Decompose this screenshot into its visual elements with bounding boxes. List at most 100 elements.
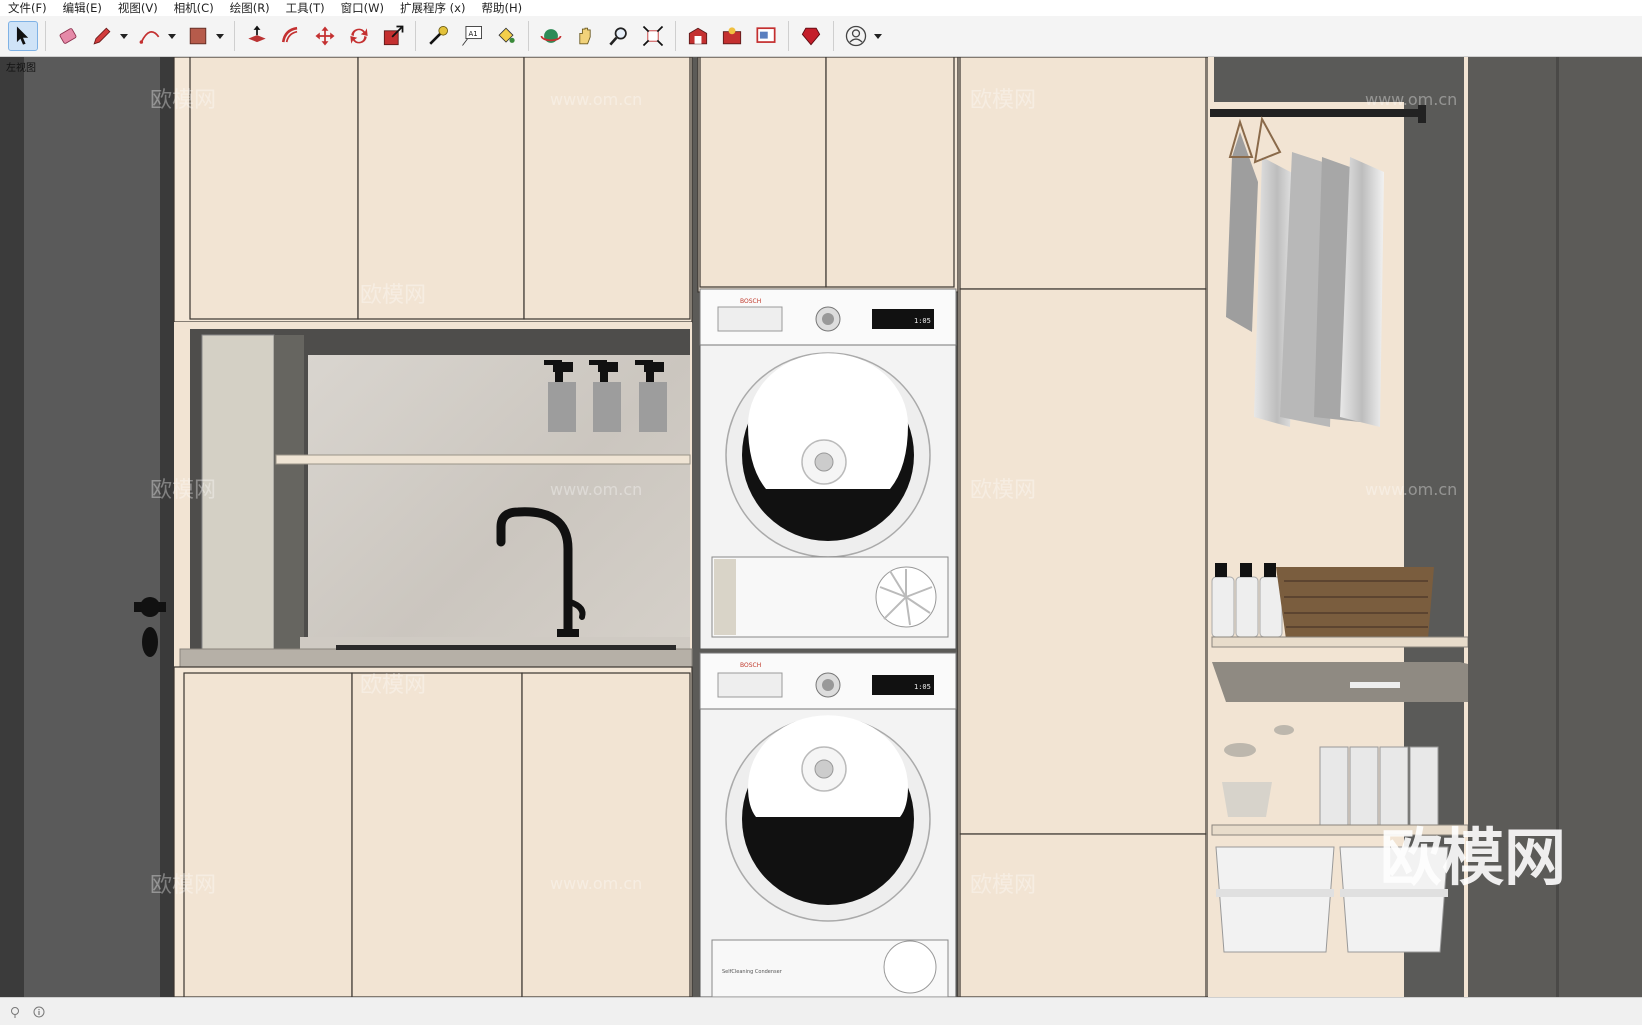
brand-watermark: 欧模网 — [1380, 821, 1566, 894]
eraser-tool-button[interactable] — [53, 21, 83, 51]
arc-tool-button[interactable] — [135, 21, 165, 51]
svg-text:www.om.cn: www.om.cn — [550, 480, 642, 499]
svg-text:欧模网: 欧模网 — [970, 873, 1036, 898]
zoom-icon — [609, 27, 627, 46]
detergent-bottle-icon — [1211, 563, 1283, 638]
svg-text:欧模网: 欧模网 — [360, 283, 426, 308]
push-pull-tool-button[interactable] — [242, 21, 272, 51]
display-reading: 1:05 — [914, 683, 931, 691]
tape-measure-icon — [429, 26, 448, 45]
extension-warehouse-icon — [722, 27, 742, 45]
svg-text:www.om.cn: www.om.cn — [550, 874, 642, 893]
text-tool-button[interactable]: A1 — [457, 21, 487, 51]
svg-text:欧模网: 欧模网 — [360, 673, 426, 698]
menu-item-0[interactable]: 文件(F) — [0, 0, 55, 16]
menu-item-3[interactable]: 相机(C) — [166, 0, 222, 16]
zoom-extents-icon — [642, 25, 664, 47]
dryer-caption: SelfCleaning Condenser — [722, 969, 783, 975]
tall-cabinet — [957, 57, 1209, 997]
toolbar-separator — [415, 21, 416, 51]
tumble-dryer: BOSCH 1:05 — [699, 288, 957, 650]
appliance-tower-upper-cabinet — [697, 57, 959, 293]
rotate-icon — [350, 28, 368, 44]
extension-warehouse-tool-button[interactable] — [717, 21, 747, 51]
menu-item-5[interactable]: 工具(T) — [278, 0, 333, 16]
status-bar — [0, 997, 1642, 1025]
orbit-icon — [540, 29, 562, 43]
menu-item-1[interactable]: 编辑(E) — [55, 0, 110, 16]
text-icon: A1 — [462, 26, 482, 46]
svg-text:欧模网: 欧模网 — [970, 478, 1036, 503]
toolbar-separator — [833, 21, 834, 51]
svg-text:欧模网: 欧模网 — [150, 88, 216, 113]
toolbar-separator — [788, 21, 789, 51]
orbit-tool-button[interactable] — [536, 21, 566, 51]
rotate-tool-button[interactable] — [344, 21, 374, 51]
pencil-tool-button[interactable] — [87, 21, 117, 51]
chevron-down-icon[interactable] — [215, 21, 225, 51]
rectangle-shape-tool-button[interactable] — [183, 21, 213, 51]
toolbar-separator — [675, 21, 676, 51]
chevron-down-icon[interactable] — [873, 21, 883, 51]
brand-label: BOSCH — [740, 662, 761, 669]
offset-icon — [281, 26, 298, 43]
pan-hand-tool-button[interactable] — [570, 21, 600, 51]
svg-text:www.om.cn: www.om.cn — [550, 90, 642, 109]
paint-bucket-icon — [498, 27, 515, 43]
select-arrow-tool-button[interactable] — [8, 21, 38, 51]
info-icon[interactable] — [30, 1003, 48, 1021]
svg-text:A1: A1 — [469, 30, 478, 38]
door-panel — [24, 57, 174, 997]
svg-text:欧模网: 欧模网 — [150, 873, 216, 898]
warehouse-icon — [688, 27, 708, 45]
scene-tab-label[interactable]: 左视图 — [6, 59, 36, 74]
svg-text:www.om.cn: www.om.cn — [1365, 90, 1457, 109]
lower-cabinets-left — [173, 666, 693, 997]
zoom-extents-tool-button[interactable] — [638, 21, 668, 51]
chevron-down-icon[interactable] — [119, 21, 129, 51]
scale-tool-button[interactable] — [378, 21, 408, 51]
offset-tool-button[interactable] — [276, 21, 306, 51]
hanging-rail — [1210, 109, 1425, 117]
push-pull-icon — [248, 25, 266, 43]
ruby-console-tool-button[interactable] — [796, 21, 826, 51]
move-icon — [315, 26, 335, 46]
menu-item-7[interactable]: 扩展程序 (x) — [392, 0, 473, 16]
geo-location-icon[interactable] — [6, 1003, 24, 1021]
chevron-down-icon[interactable] — [167, 21, 177, 51]
toolbar-separator — [45, 21, 46, 51]
tape-measure-tool-button[interactable] — [423, 21, 453, 51]
washing-machine: BOSCH 1:05 SelfCleaning Condenser — [699, 652, 957, 997]
menu-item-8[interactable]: 帮助(H) — [473, 0, 530, 16]
door-frame — [160, 57, 174, 997]
main-toolbar: A1 — [0, 16, 1642, 57]
model-viewport[interactable]: 左视图 BOSCH 1:05 BOSCH 1:05 SelfCleaning C… — [0, 57, 1642, 997]
menu-item-6[interactable]: 窗口(W) — [333, 0, 392, 16]
display-reading: 1:05 — [914, 317, 931, 325]
arc-icon — [139, 31, 160, 44]
wall-edge — [0, 57, 24, 997]
menu-item-2[interactable]: 视图(V) — [110, 0, 166, 16]
zoom-tool-button[interactable] — [604, 21, 634, 51]
toolbar-separator — [234, 21, 235, 51]
menu-bar: 文件(F) 编辑(E) 视图(V) 相机(C) 绘图(R) 工具(T) 窗口(W) 扩展程序 … — [0, 0, 1642, 16]
user-account-icon — [845, 25, 867, 47]
shelf — [275, 454, 691, 465]
select-arrow-icon — [16, 26, 29, 45]
pencil-icon — [93, 27, 111, 45]
toolbar-separator — [528, 21, 529, 51]
svg-text:www.om.cn: www.om.cn — [1365, 480, 1457, 499]
paint-bucket-tool-button[interactable] — [491, 21, 521, 51]
layout-tool-button[interactable] — [751, 21, 781, 51]
move-tool-button[interactable] — [310, 21, 340, 51]
user-account-tool-button[interactable] — [841, 21, 871, 51]
layout-icon — [756, 27, 776, 43]
sink-niche — [174, 322, 693, 727]
brand-label: BOSCH — [740, 298, 761, 305]
warehouse-tool-button[interactable] — [683, 21, 713, 51]
countertop — [179, 648, 693, 668]
rectangle-shape-icon — [189, 27, 207, 45]
menu-item-4[interactable]: 绘图(R) — [222, 0, 278, 16]
svg-text:欧模网: 欧模网 — [150, 478, 216, 503]
wicker-basket-icon — [1276, 567, 1434, 639]
